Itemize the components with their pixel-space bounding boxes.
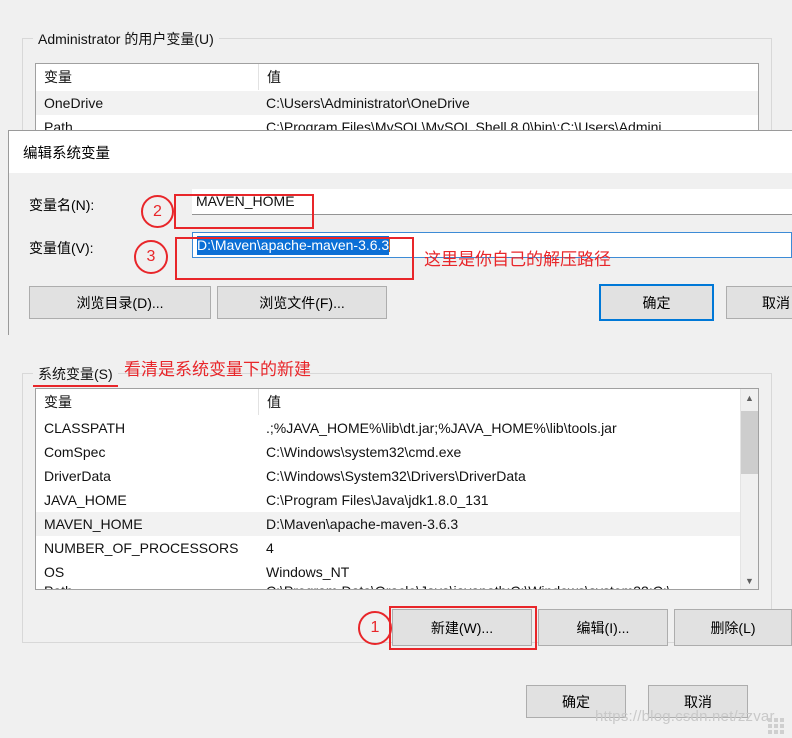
scrollbar-thumb[interactable] (741, 411, 758, 474)
system-row-value: .;%JAVA_HOME%\lib\dt.jar;%JAVA_HOME%\lib… (266, 420, 617, 436)
table-row[interactable]: ComSpec C:\Windows\system32\cmd.exe (36, 440, 758, 464)
table-row[interactable]: CLASSPATH .;%JAVA_HOME%\lib\dt.jar;%JAVA… (36, 416, 758, 440)
table-row-selected[interactable]: MAVEN_HOME D:\Maven\apache-maven-3.6.3 (36, 512, 758, 536)
system-row-value: Windows_NT (266, 564, 350, 580)
watermark-dots-icon (768, 718, 786, 734)
scroll-up-arrow-icon[interactable]: ▲ (741, 389, 758, 406)
system-row-name: Path (36, 584, 258, 589)
new-variable-button[interactable]: 新建(W)... (392, 609, 532, 646)
user-col-header-value[interactable]: 值 (258, 64, 758, 90)
variable-value-label: 变量值(V): (29, 240, 94, 256)
browse-file-button[interactable]: 浏览文件(F)... (217, 286, 387, 319)
system-col-header-name[interactable]: 变量 (36, 389, 258, 415)
system-variables-group: 系统变量(S) 变量 值 CLASSPATH .;%JAVA_HOME%\lib… (22, 364, 772, 643)
user-list-header: 变量 值 (36, 64, 758, 91)
system-col-header-value[interactable]: 值 (258, 389, 758, 415)
environment-variables-window: Administrator 的用户变量(U) 变量 值 OneDrive C:\… (0, 0, 792, 738)
watermark-text: https://blog.csdn.net/zzvar (595, 708, 775, 725)
edit-dialog-titlebar: 编辑系统变量 (9, 131, 792, 173)
system-row-name: ComSpec (44, 444, 106, 460)
system-row-name: NUMBER_OF_PROCESSORS (44, 540, 239, 556)
table-row[interactable]: OneDrive C:\Users\Administrator\OneDrive (36, 91, 758, 115)
system-variables-list[interactable]: 变量 值 CLASSPATH .;%JAVA_HOME%\lib\dt.jar;… (35, 388, 759, 590)
table-row[interactable]: DriverData C:\Windows\System32\Drivers\D… (36, 464, 758, 488)
annotation-step-3-circle: 3 (134, 240, 168, 274)
annotation-note-system-new: 看清是系统变量下的新建 (124, 360, 311, 379)
system-row-name: MAVEN_HOME (44, 516, 143, 532)
table-row[interactable]: Path C:\Program Data\Oracle\Java\javapat… (36, 584, 758, 589)
system-row-value: C:\Windows\system32\cmd.exe (266, 444, 462, 460)
user-row-name: OneDrive (44, 95, 104, 111)
system-row-name: OS (44, 564, 65, 580)
table-row[interactable]: JAVA_HOME C:\Program Files\Java\jdk1.8.0… (36, 488, 758, 512)
edit-variable-button[interactable]: 编辑(I)... (538, 609, 668, 646)
system-list-scrollbar[interactable]: ▲ ▼ (740, 389, 758, 589)
system-row-name: JAVA_HOME (44, 492, 127, 508)
user-col-header-name[interactable]: 变量 (36, 64, 258, 90)
browse-directory-button[interactable]: 浏览目录(D)... (29, 286, 211, 319)
annotation-step-1-circle: 1 (358, 611, 392, 645)
user-variables-legend: Administrator 的用户变量(U) (33, 29, 219, 49)
dialog-ok-button[interactable]: 确定 (599, 284, 714, 321)
annotation-step-2-circle: 2 (141, 195, 174, 228)
variable-name-label: 变量名(N): (29, 197, 95, 213)
system-row-value: 4 (266, 540, 274, 556)
system-row-value: D:\Maven\apache-maven-3.6.3 (266, 516, 459, 532)
system-variables-legend: 系统变量(S) (33, 364, 118, 387)
edit-dialog-title: 编辑系统变量 (23, 146, 110, 162)
edit-system-variable-dialog: 编辑系统变量 变量名(N): MAVEN_HOME 变量值(V): D:\Mav… (8, 130, 792, 336)
annotation-note-extract-path: 这里是你自己的解压路径 (424, 250, 611, 269)
text-caret (389, 237, 391, 252)
table-row[interactable]: NUMBER_OF_PROCESSORS 4 (36, 536, 758, 560)
system-row-name: CLASSPATH (44, 420, 126, 436)
system-row-value: C:\Program Data\Oracle\Java\javapath;C:\… (258, 584, 758, 589)
system-row-name: DriverData (44, 468, 111, 484)
table-row[interactable]: OS Windows_NT (36, 560, 758, 584)
system-row-value: C:\Program Files\Java\jdk1.8.0_131 (266, 492, 489, 508)
dialog-cancel-button[interactable]: 取消 (726, 286, 792, 319)
variable-value-selected-text: D:\Maven\apache-maven-3.6.3 (197, 236, 390, 255)
delete-variable-button[interactable]: 删除(L) (674, 609, 792, 646)
user-row-value: C:\Users\Administrator\OneDrive (266, 95, 470, 111)
variable-name-input[interactable]: MAVEN_HOME (192, 189, 792, 215)
scroll-down-arrow-icon[interactable]: ▼ (741, 572, 758, 589)
system-row-value: C:\Windows\System32\Drivers\DriverData (266, 468, 526, 484)
system-list-body: CLASSPATH .;%JAVA_HOME%\lib\dt.jar;%JAVA… (36, 416, 758, 589)
system-list-header: 变量 值 (36, 389, 758, 416)
